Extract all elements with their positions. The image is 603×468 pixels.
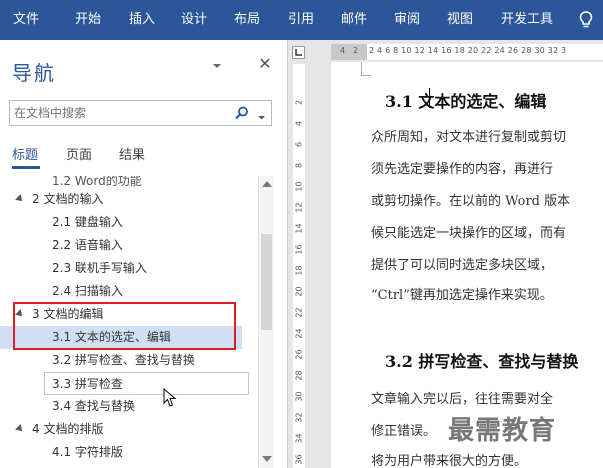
- expand-triangle-icon[interactable]: [15, 424, 25, 434]
- active-tab-indicator: [12, 166, 40, 169]
- scrollbar-thumb[interactable]: [261, 234, 272, 330]
- tree-item-label: 2 文档的输入: [32, 192, 104, 206]
- tree-item-label: 4.1 字符排版: [52, 445, 123, 459]
- nav-scrollbar[interactable]: [258, 176, 274, 468]
- paragraph-line: 或剪切操作。在以前的 Word 版本: [371, 194, 571, 209]
- tree-item-label: 2.3 联机手写输入: [52, 261, 147, 275]
- close-icon[interactable]: ✕: [257, 56, 273, 72]
- ruler-number: 30: [294, 391, 304, 402]
- tree-item-label: 2.4 扫描输入: [52, 284, 123, 298]
- tab-insert[interactable]: 插入: [129, 0, 155, 40]
- highlight-annotation-box: [13, 302, 236, 350]
- ruler-number: 8: [294, 162, 304, 169]
- horizontal-ruler: 4 2 2 4 6 8 10 12 14 16 18 20 22 24 26 2…: [331, 44, 603, 60]
- tree-item-2-3[interactable]: 2.3 联机手写输入: [0, 257, 258, 280]
- tree-item-label: 1.2 Word的功能: [52, 176, 142, 188]
- paragraph-line: 众所周知，对文本进行复制或剪切: [371, 130, 567, 145]
- nav-pane-title: 导航: [12, 61, 56, 85]
- ruler-number: 2: [294, 99, 304, 106]
- paragraph-line: 文章输入完以后，往往需要对全: [371, 392, 554, 407]
- tree-item-2-2[interactable]: 2.2 语音输入: [0, 234, 258, 257]
- tell-me-lightbulb-icon[interactable]: [577, 0, 595, 40]
- tab-view[interactable]: 视图: [447, 0, 473, 40]
- paragraph-line: 将为用户带来很大的方便。: [371, 454, 528, 468]
- tree-item-label: 4 文档的排版: [32, 422, 104, 436]
- tab-references[interactable]: 引用: [288, 0, 314, 40]
- tree-item-2[interactable]: 2 文档的输入: [0, 188, 258, 211]
- ruler-number: 4: [340, 46, 346, 55]
- scroll-down-arrow-icon[interactable]: [262, 456, 272, 462]
- heading-3-2: 3.2 拼写检查、查找与替换: [385, 352, 579, 371]
- vertical-ruler: 2 4 6 8 10 12 14 16 18 20 22 24 26 28 30…: [288, 40, 310, 468]
- paragraph-line: 修正错误。: [371, 424, 437, 439]
- ruler-number: 32: [294, 412, 304, 423]
- tab-file[interactable]: 文件: [13, 0, 39, 40]
- ruler-margin-area: 4 2: [331, 44, 367, 60]
- paragraph-line: 须先选定要操作的内容，再进行: [371, 162, 554, 177]
- paragraph-line: “Ctrl”键再加选定操作来实现。: [371, 288, 553, 303]
- tab-layout[interactable]: 布局: [234, 0, 260, 40]
- tab-pages[interactable]: 页面: [66, 144, 92, 163]
- tree-item-label: 3.2 拼写检查、查找与替换: [52, 353, 195, 367]
- tab-headings[interactable]: 标题: [12, 144, 38, 163]
- expand-triangle-icon[interactable]: [15, 194, 25, 204]
- ruler-number: 36: [294, 454, 304, 465]
- scroll-up-arrow-icon[interactable]: [262, 181, 272, 187]
- tree-item-4[interactable]: 4 文档的排版: [0, 418, 258, 441]
- ruler-number: 18: [294, 265, 304, 276]
- ruler-number: 20: [294, 286, 304, 297]
- search-box: [9, 100, 272, 126]
- tab-home[interactable]: 开始: [75, 0, 101, 40]
- tab-mailings[interactable]: 邮件: [341, 0, 367, 40]
- paragraph-line: 候只能选定一块操作的区域，而有: [371, 226, 567, 241]
- ribbon-tab-bar: 文件 开始 插入 设计 布局 引用 邮件 审阅 视图 开发工具: [0, 0, 603, 40]
- text-boundary-mark: [361, 62, 371, 76]
- ruler-number: 12: [294, 202, 304, 213]
- tab-selector-button[interactable]: [292, 46, 305, 59]
- tab-design[interactable]: 设计: [181, 0, 207, 40]
- tree-item-label: 2.1 键盘输入: [52, 215, 123, 229]
- ruler-number: 26: [294, 349, 304, 360]
- tree-item-label: 3.4 查找与替换: [52, 399, 135, 413]
- navigation-pane: 导航 ✕ 标题 页面 结果 1.2 Word的功能 2 文档的输入 2.1: [0, 40, 288, 468]
- nav-options-chevron-down-icon[interactable]: [211, 60, 223, 72]
- ruler-number: 22: [294, 307, 304, 318]
- mouse-pointer-icon: [163, 387, 179, 408]
- ruler-number: 6: [294, 141, 304, 148]
- tree-item-3-3[interactable]: 3.3 拼写检查: [44, 372, 249, 395]
- ruler-number: 4: [294, 120, 304, 127]
- document-page[interactable]: 3.1 文本的选定、编辑 众所周知，对文本进行复制或剪切 须先选定要操作的内容，…: [331, 62, 603, 468]
- tree-item-4-1[interactable]: 4.1 字符排版: [0, 441, 258, 464]
- watermark-logo: 最需教育: [448, 416, 557, 446]
- text-cursor: [429, 88, 430, 108]
- ruler-number: 34: [294, 433, 304, 444]
- ruler-number: 28: [294, 370, 304, 381]
- search-options-chevron-down-icon[interactable]: [258, 110, 265, 120]
- tree-item-label: 2.2 语音输入: [52, 238, 123, 252]
- heading-3-1: 3.1 文本的选定、编辑: [385, 92, 547, 111]
- ruler-number: 24: [294, 328, 304, 339]
- tab-review[interactable]: 审阅: [394, 0, 420, 40]
- tree-item-label: 3.3 拼写检查: [52, 377, 123, 391]
- search-icon[interactable]: [235, 106, 249, 120]
- tree-item-3-4[interactable]: 3.4 查找与替换: [0, 395, 258, 418]
- ruler-number: 14: [294, 223, 304, 234]
- paragraph-line: 提供了可以同时选定多块区域，: [371, 258, 554, 273]
- tree-item-2-1[interactable]: 2.1 键盘输入: [0, 211, 258, 234]
- ruler-number: 16: [294, 244, 304, 255]
- ruler-number: 2: [353, 46, 359, 55]
- search-input[interactable]: [10, 101, 230, 125]
- tree-item-3-2[interactable]: 3.2 拼写检查、查找与替换: [0, 349, 258, 372]
- ruler-ticks: 2 4 6 8 10 12 14 16 18 20 22 24 26 28 30…: [369, 46, 567, 55]
- tab-developer[interactable]: 开发工具: [501, 0, 553, 40]
- tab-results[interactable]: 结果: [119, 144, 145, 163]
- ruler-number: 10: [294, 181, 304, 192]
- tree-item-2-4[interactable]: 2.4 扫描输入: [0, 280, 258, 303]
